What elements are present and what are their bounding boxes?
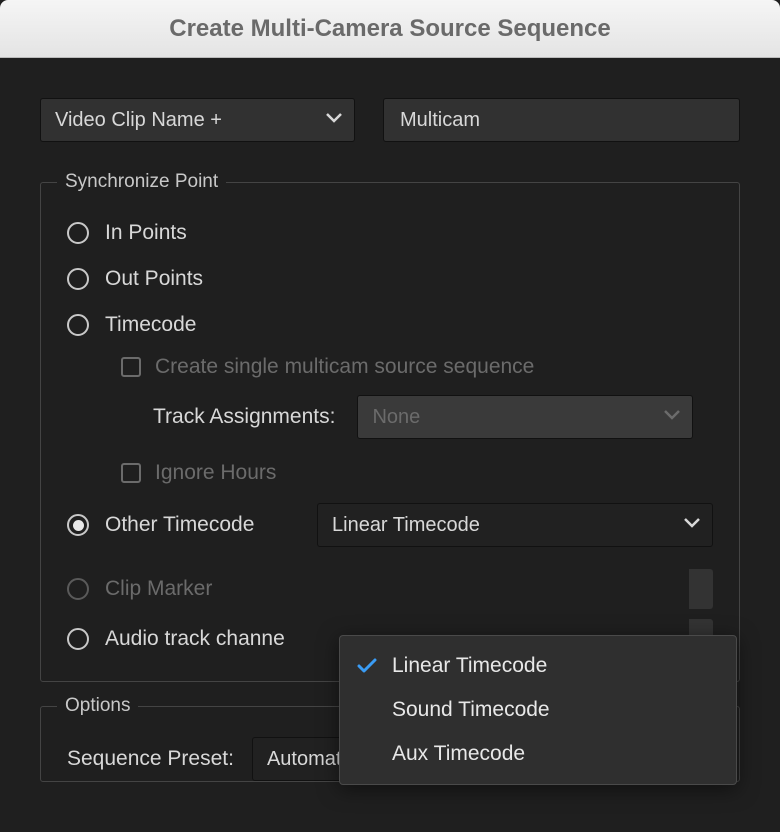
options-legend: Options (57, 695, 138, 717)
radio-label: Audio track channe (105, 627, 285, 651)
checkbox-create-single[interactable]: Create single multicam source sequence (121, 355, 713, 379)
dialog-titlebar: Create Multi-Camera Source Sequence (0, 0, 780, 58)
radio-label: Out Points (105, 267, 203, 291)
radio-label: Other Timecode (105, 513, 254, 537)
radio-other-timecode[interactable]: Other Timecode Linear Timecode (67, 503, 713, 547)
track-assignments-dropdown: None (357, 395, 693, 439)
popup-item-label: Aux Timecode (392, 742, 525, 766)
multicam-name-value: Multicam (400, 109, 480, 132)
radio-in-points[interactable]: In Points (67, 221, 713, 245)
popup-item-linear-timecode[interactable]: Linear Timecode (340, 644, 736, 688)
track-assignments-row: Track Assignments: None (153, 395, 713, 439)
track-assignments-label: Track Assignments: (153, 405, 335, 429)
radio-icon (67, 578, 89, 600)
radio-label: In Points (105, 221, 187, 245)
other-timecode-value: Linear Timecode (332, 514, 480, 537)
chevron-down-icon (684, 518, 698, 532)
radio-icon (67, 314, 89, 336)
check-mark-icon (356, 655, 378, 677)
radio-icon-checked (67, 514, 89, 536)
checkbox-icon (121, 463, 141, 483)
other-timecode-dropdown[interactable]: Linear Timecode (317, 503, 713, 547)
sequence-preset-label: Sequence Preset: (67, 747, 234, 771)
radio-label: Timecode (105, 313, 196, 337)
radio-out-points[interactable]: Out Points (67, 267, 713, 291)
chevron-down-icon (326, 113, 340, 127)
dialog-title: Create Multi-Camera Source Sequence (169, 15, 610, 43)
popup-item-label: Linear Timecode (392, 654, 547, 678)
popup-item-label: Sound Timecode (392, 698, 550, 722)
radio-icon (67, 222, 89, 244)
obscured-dropdown (689, 569, 713, 609)
checkbox-label: Create single multicam source sequence (155, 355, 534, 379)
timecode-sub-options: Create single multicam source sequence T… (121, 355, 713, 485)
checkbox-label: Ignore Hours (155, 461, 276, 485)
other-timecode-popup[interactable]: Linear Timecode Sound Timecode Aux Timec… (339, 635, 737, 785)
check-slot-empty (356, 699, 378, 721)
checkbox-icon (121, 357, 141, 377)
popup-item-sound-timecode[interactable]: Sound Timecode (340, 688, 736, 732)
radio-label: Clip Marker (105, 577, 212, 601)
track-assignments-value: None (372, 406, 420, 429)
radio-clip-marker: Clip Marker (67, 577, 713, 601)
multicam-name-input[interactable]: Multicam (383, 98, 740, 142)
video-clip-name-dropdown[interactable]: Video Clip Name + (40, 98, 355, 142)
video-clip-name-value: Video Clip Name + (55, 109, 222, 132)
check-slot-empty (356, 743, 378, 765)
popup-item-aux-timecode[interactable]: Aux Timecode (340, 732, 736, 776)
radio-icon (67, 628, 89, 650)
synchronize-point-group: Synchronize Point In Points Out Points T… (40, 182, 740, 682)
synchronize-point-legend: Synchronize Point (57, 171, 226, 193)
top-row: Video Clip Name + Multicam (40, 98, 740, 142)
chevron-down-icon (664, 410, 678, 424)
radio-timecode[interactable]: Timecode (67, 313, 713, 337)
checkbox-ignore-hours[interactable]: Ignore Hours (121, 461, 713, 485)
radio-icon (67, 268, 89, 290)
